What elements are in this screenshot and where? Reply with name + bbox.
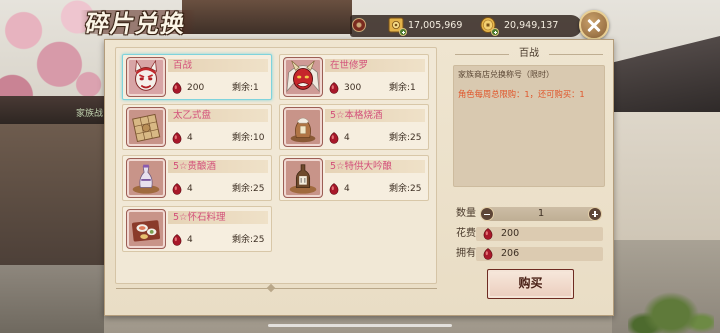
description-box: 家族商店兑换称号（限时） 角色每周总限购：1，还可购买：1 xyxy=(453,65,605,187)
divider-ornament-icon xyxy=(266,283,276,293)
background-plant xyxy=(628,280,714,333)
item-price: 4 xyxy=(344,184,350,194)
owned-value: 206 xyxy=(501,248,520,259)
item-remaining: 剩余:10 xyxy=(232,133,265,143)
item-icon-frame xyxy=(126,57,166,97)
shop-item-card[interactable]: 5☆本格烧酒 4 剩余:25 xyxy=(279,104,429,150)
hannya-mask-icon xyxy=(286,60,320,93)
red-gem-icon xyxy=(329,82,339,94)
exchange-panel: 百战 200 剩余:1 在世修罗 300 剩余:1 太乙式盘 4 剩余:10 5… xyxy=(104,39,614,316)
item-grid: 百战 200 剩余:1 在世修罗 300 剩余:1 太乙式盘 4 剩余:10 5… xyxy=(115,47,437,284)
shop-item-card[interactable]: 5☆怀石料理 4 剩余:25 xyxy=(122,206,272,252)
owned-label: 拥有 xyxy=(456,248,476,259)
item-price: 4 xyxy=(344,133,350,143)
currency-amount-jade: 17,005,969 xyxy=(408,20,463,31)
item-icon-frame xyxy=(283,57,323,97)
home-indicator[interactable] xyxy=(268,324,452,327)
red-gem-icon xyxy=(172,234,182,246)
item-price: 300 xyxy=(344,83,362,93)
purchase-limit: 角色每周总限购：1，还可购买：1 xyxy=(458,89,585,99)
buy-button[interactable]: 购买 xyxy=(487,269,574,299)
red-gem-icon xyxy=(172,82,182,94)
detail-title: 百战 xyxy=(519,48,539,59)
item-icon-frame xyxy=(283,107,323,147)
shop-item-card[interactable]: 太乙式盘 4 剩余:10 xyxy=(122,104,272,150)
shochu-jar-icon xyxy=(290,117,316,143)
background-sign: 家族战 xyxy=(76,109,104,119)
grid-divider xyxy=(116,288,437,289)
item-name: 百战 xyxy=(168,59,268,72)
currency-amount-gold: 20,949,137 xyxy=(504,20,559,31)
red-gem-icon xyxy=(172,132,182,144)
background-building-left xyxy=(0,124,104,265)
red-gem-icon xyxy=(329,132,339,144)
page-title: 碎片兑换 xyxy=(83,9,189,38)
item-remaining: 剩余:25 xyxy=(389,133,422,143)
daiginjo-bottle-icon xyxy=(289,164,317,194)
oni-mask-icon xyxy=(135,59,157,91)
item-price: 4 xyxy=(187,184,193,194)
item-name: 5☆贵酿酒 xyxy=(168,160,268,173)
item-icon-frame xyxy=(126,158,166,198)
cost-label: 花费 xyxy=(456,228,476,239)
close-icon xyxy=(581,12,607,38)
item-name: 5☆特供大吟酿 xyxy=(325,160,425,173)
shop-item-card[interactable]: 5☆特供大吟酿 4 剩余:25 xyxy=(279,155,429,201)
item-name: 5☆怀石料理 xyxy=(168,211,268,224)
minus-icon[interactable] xyxy=(480,207,494,221)
item-description: 家族商店兑换称号（限时） xyxy=(458,70,554,79)
kaiseki-dish-icon xyxy=(131,220,161,242)
item-remaining: 剩余:25 xyxy=(232,184,265,194)
item-remaining: 剩余:1 xyxy=(232,83,259,93)
add-currency-icon[interactable] xyxy=(491,28,499,36)
sake-bottle-icon xyxy=(132,164,160,194)
cost-field: 200 xyxy=(476,227,603,241)
quantity-label: 数量 xyxy=(456,208,476,219)
plus-icon[interactable] xyxy=(588,207,602,221)
item-icon-frame xyxy=(283,158,323,198)
red-gem-icon xyxy=(329,183,339,195)
shop-item-card[interactable]: 5☆贵酿酒 4 剩余:25 xyxy=(122,155,272,201)
item-remaining: 剩余:1 xyxy=(389,83,416,93)
bar-ornament-icon xyxy=(352,18,366,32)
cost-value: 200 xyxy=(501,228,520,239)
item-price: 4 xyxy=(187,133,193,143)
item-name: 太乙式盘 xyxy=(168,109,268,122)
item-icon-frame xyxy=(126,107,166,147)
close-button[interactable] xyxy=(579,10,609,40)
item-remaining: 剩余:25 xyxy=(389,184,422,194)
quantity-value: 1 xyxy=(537,208,545,219)
background-ground-left xyxy=(0,265,104,333)
background-roof-top xyxy=(182,0,352,34)
divination-board-icon xyxy=(132,113,161,143)
owned-field: 206 xyxy=(476,247,603,261)
item-price: 200 xyxy=(187,83,205,93)
item-name: 在世修罗 xyxy=(325,59,425,72)
item-price: 4 xyxy=(187,235,193,245)
shop-item-card[interactable]: 百战 200 剩余:1 xyxy=(122,54,272,100)
quantity-stepper: 1 xyxy=(480,207,602,221)
item-remaining: 剩余:25 xyxy=(232,235,265,245)
red-gem-icon xyxy=(483,228,493,240)
shop-item-card[interactable]: 在世修罗 300 剩余:1 xyxy=(279,54,429,100)
item-icon-frame xyxy=(126,209,166,249)
red-gem-icon xyxy=(483,248,493,260)
background-wall-right xyxy=(612,112,720,240)
item-name: 5☆本格烧酒 xyxy=(325,109,425,122)
add-currency-icon[interactable] xyxy=(399,28,407,36)
red-gem-icon xyxy=(172,183,182,195)
